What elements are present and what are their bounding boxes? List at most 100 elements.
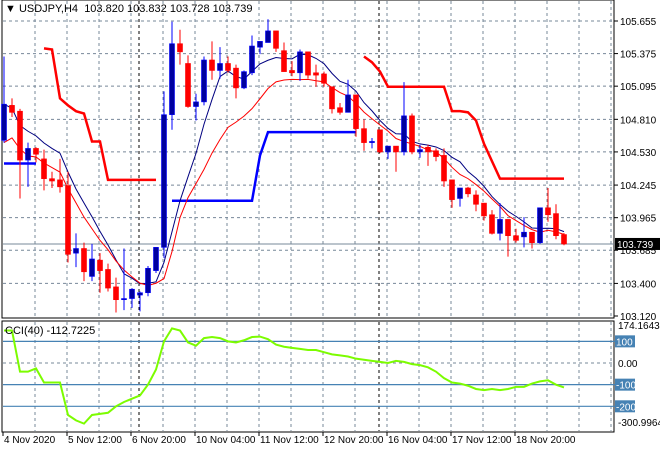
candle-body bbox=[105, 269, 111, 289]
candle-body bbox=[561, 234, 567, 245]
candle bbox=[385, 145, 391, 159]
candle bbox=[545, 187, 551, 222]
candle-body bbox=[153, 247, 159, 271]
candle-body bbox=[225, 63, 231, 71]
price-tick-label: 103.400 bbox=[620, 279, 657, 290]
candle-body bbox=[249, 45, 255, 74]
candle-body bbox=[9, 105, 15, 113]
candle-body bbox=[281, 50, 287, 72]
candle bbox=[393, 145, 399, 172]
low-value: 103.728 bbox=[169, 3, 210, 15]
time-tick-label: 4 Nov 2020 bbox=[4, 435, 56, 446]
candle-body bbox=[233, 67, 239, 89]
time-tick-label: 10 Nov 04:00 bbox=[196, 435, 256, 446]
candle-body bbox=[377, 129, 383, 153]
candle bbox=[73, 233, 79, 268]
candle-body bbox=[161, 114, 167, 248]
candle bbox=[401, 82, 407, 156]
candle bbox=[313, 64, 319, 87]
cci-line bbox=[4, 327, 565, 425]
candle-body bbox=[97, 259, 103, 271]
time-tick-label: 12 Nov 20:00 bbox=[324, 435, 384, 446]
candle-body bbox=[473, 194, 479, 205]
candle bbox=[153, 247, 159, 273]
candle bbox=[105, 263, 111, 292]
candle-body bbox=[537, 207, 543, 243]
candle bbox=[425, 144, 431, 166]
candle-body bbox=[17, 110, 23, 161]
candle bbox=[129, 288, 135, 308]
candle-body bbox=[1, 103, 7, 141]
candle-body bbox=[401, 115, 407, 153]
candle-body bbox=[273, 30, 279, 49]
candle-body bbox=[257, 41, 263, 48]
candle-body bbox=[33, 148, 39, 155]
candle bbox=[161, 91, 167, 258]
resistance-line bbox=[43, 47, 564, 182]
candle bbox=[257, 41, 263, 55]
candle-body bbox=[321, 73, 327, 84]
candle bbox=[89, 243, 95, 282]
price-tick-label: 105.375 bbox=[620, 50, 657, 61]
candle-body bbox=[89, 258, 95, 277]
candle-body bbox=[137, 292, 143, 296]
candle bbox=[33, 147, 39, 163]
candle bbox=[281, 42, 287, 72]
candle-body bbox=[353, 94, 359, 129]
open-value: 103.820 bbox=[84, 3, 124, 15]
candle bbox=[97, 253, 103, 293]
candle-body bbox=[361, 128, 367, 143]
candle-body bbox=[553, 213, 559, 237]
candle bbox=[209, 41, 215, 80]
candle bbox=[113, 277, 119, 313]
candle bbox=[185, 55, 191, 108]
candle-body bbox=[329, 86, 335, 110]
candle bbox=[457, 187, 463, 207]
candle bbox=[561, 233, 567, 246]
time-tick-label: 17 Nov 12:00 bbox=[452, 435, 512, 446]
candle-body bbox=[425, 146, 431, 153]
candle bbox=[377, 129, 383, 154]
candle bbox=[225, 56, 231, 73]
candle-body bbox=[49, 178, 55, 182]
candle-body bbox=[193, 101, 199, 107]
time-tick-label: 5 Nov 12:00 bbox=[68, 435, 122, 446]
cci-level-label: -100 bbox=[616, 381, 636, 392]
candle-body bbox=[369, 141, 375, 143]
candle-body bbox=[201, 59, 207, 103]
candle bbox=[441, 148, 447, 187]
cci-level-label: -200 bbox=[616, 402, 636, 413]
candle bbox=[553, 204, 559, 240]
candle bbox=[265, 19, 271, 43]
candle bbox=[289, 61, 295, 77]
price-chart[interactable]: 105.655 105.375 105.095 104.810 104.530 104.2… bbox=[0, 0, 660, 450]
candle-body bbox=[305, 51, 311, 76]
candle-body bbox=[241, 71, 247, 89]
candle-body bbox=[497, 219, 503, 234]
candle bbox=[41, 149, 47, 191]
chart-header: ▼ USDJPY,H4 103.820 103.832 103.728 103.… bbox=[5, 3, 252, 15]
candle bbox=[521, 217, 527, 248]
candle-body bbox=[57, 179, 63, 188]
candle-body bbox=[265, 30, 271, 43]
collapse-triangle-icon[interactable]: ▼ bbox=[5, 3, 19, 15]
candle bbox=[409, 113, 415, 155]
candle-body bbox=[169, 43, 175, 115]
candle-body bbox=[209, 59, 215, 71]
candle-body bbox=[145, 267, 151, 294]
candle bbox=[177, 29, 183, 65]
candle-body bbox=[481, 202, 487, 217]
candle bbox=[529, 231, 535, 249]
candle bbox=[305, 51, 311, 79]
candle bbox=[361, 119, 367, 151]
cci-scale-label: 0.00 bbox=[618, 359, 638, 370]
support-line bbox=[4, 130, 356, 203]
candle bbox=[233, 64, 239, 99]
candle bbox=[433, 148, 439, 162]
candle-body bbox=[129, 288, 135, 299]
candle-body bbox=[289, 70, 295, 74]
candle-body bbox=[185, 63, 191, 107]
candle-body bbox=[513, 235, 519, 241]
price-tick-label: 105.095 bbox=[620, 82, 657, 93]
candle-body bbox=[409, 115, 415, 153]
